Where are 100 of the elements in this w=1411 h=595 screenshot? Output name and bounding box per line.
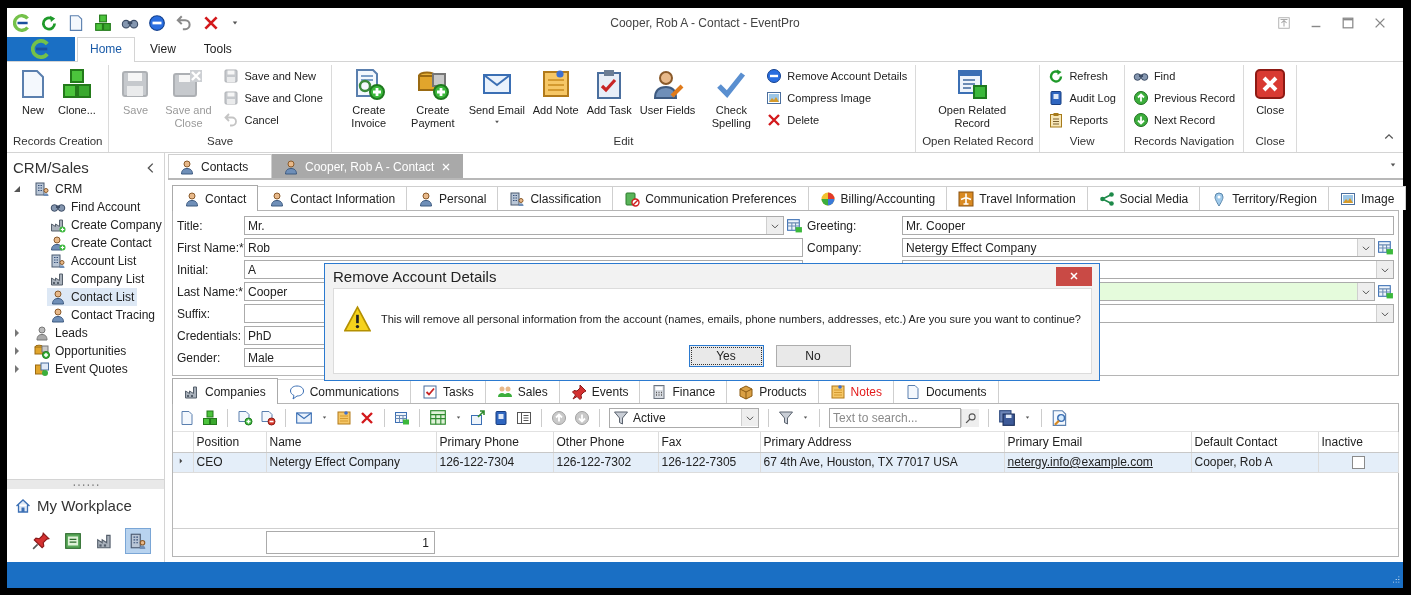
collapsed-arrow-icon[interactable]	[13, 329, 21, 337]
ribbon-button[interactable]: Create Payment	[401, 65, 464, 133]
search-icon[interactable]	[964, 411, 977, 424]
tree-item[interactable]: Contact Tracing	[47, 306, 159, 324]
ribbon-tab[interactable]: Tools	[190, 37, 245, 61]
ribbon-button[interactable]: Compress Image	[764, 89, 910, 107]
ribbon-button[interactable]: Audit Log	[1046, 89, 1118, 107]
close-button[interactable]	[1056, 266, 1092, 286]
form-tab[interactable]: Communication Preferences	[612, 186, 809, 210]
ribbon-tab[interactable]: Home	[77, 37, 135, 62]
grid-window-icon[interactable]	[1377, 283, 1394, 300]
column-header[interactable]: Default Contact	[1191, 432, 1318, 452]
document-icon[interactable]	[67, 14, 85, 32]
form-tab[interactable]: Image	[1327, 186, 1407, 210]
grid-window-icon[interactable]	[394, 409, 410, 426]
document-icon[interactable]	[179, 409, 195, 426]
doc-plus-icon[interactable]	[237, 409, 253, 426]
ribbon-button[interactable]: Add Task	[583, 65, 635, 120]
input-field[interactable]: Rob	[244, 238, 803, 257]
combo-box[interactable]: Netergy Effect Company	[902, 238, 1375, 257]
input-field[interactable]: Mr. Cooper	[902, 216, 1394, 235]
ribbon-button[interactable]: Previous Record	[1130, 89, 1238, 107]
book-icon[interactable]	[493, 409, 509, 426]
collapsed-arrow-icon[interactable]	[13, 347, 21, 355]
column-header[interactable]: Primary Email	[1004, 432, 1191, 452]
ribbon-button[interactable]: Close	[1250, 65, 1291, 120]
tree-item[interactable]: Find Account	[47, 198, 144, 216]
search-field[interactable]: Text to search...	[829, 407, 961, 428]
refresh-icon[interactable]	[40, 14, 58, 32]
floppy-stack-icon[interactable]	[998, 408, 1016, 427]
pin-to-top-icon[interactable]	[1277, 16, 1291, 30]
form-tab[interactable]: Travel Information	[946, 186, 1088, 210]
form-tab[interactable]: Personal	[406, 186, 499, 210]
tree-item[interactable]: CRM	[31, 180, 86, 198]
column-header[interactable]: Inactive	[1318, 432, 1398, 452]
note-icon[interactable]	[336, 409, 352, 426]
close-icon[interactable]	[1373, 16, 1387, 30]
column-header[interactable]: Fax	[658, 432, 760, 452]
collapsed-arrow-icon[interactable]	[13, 365, 21, 373]
ribbon-button[interactable]: Reports	[1046, 111, 1118, 129]
dropdown-arrow-icon[interactable]	[1023, 413, 1032, 422]
delete-icon[interactable]	[359, 409, 375, 426]
doc-minus-icon[interactable]	[260, 409, 276, 426]
dropdown-arrow-icon[interactable]	[320, 413, 329, 422]
tree-item[interactable]: Create Company	[47, 216, 165, 234]
form-tab[interactable]: Contact	[172, 185, 259, 211]
ribbon-button[interactable]: Create Invoice	[337, 65, 400, 133]
form-tab[interactable]: Contact Information	[257, 186, 408, 210]
dialog-button[interactable]: Yes	[688, 345, 764, 367]
cubes-icon[interactable]	[202, 409, 218, 426]
detail-tab[interactable]: Companies	[172, 378, 278, 404]
app-menu-button[interactable]	[7, 37, 75, 61]
ribbon-button[interactable]: Next Record	[1130, 111, 1238, 129]
dialog-button[interactable]: No	[775, 345, 851, 367]
undo-arrow-icon[interactable]	[175, 14, 193, 32]
checkbox[interactable]	[1351, 456, 1365, 470]
ribbon-button[interactable]: Find	[1130, 67, 1238, 85]
ribbon-button[interactable]: Check Spelling	[700, 65, 763, 133]
funnel-icon[interactable]	[778, 409, 794, 426]
delete-icon[interactable]	[202, 14, 220, 32]
expanded-arrow-icon[interactable]	[13, 185, 21, 193]
tree-item[interactable]: Leads	[31, 324, 91, 342]
window-arrow-icon[interactable]	[470, 409, 486, 426]
app-logo-icon[interactable]	[13, 14, 31, 32]
tree-item[interactable]: Contact List	[47, 288, 138, 306]
ribbon-button[interactable]: New	[13, 65, 53, 120]
dropdown-arrow-icon[interactable]	[801, 413, 810, 422]
combo-box[interactable]: Mr.	[244, 216, 784, 235]
tree-item[interactable]: Opportunities	[31, 342, 130, 360]
filter-combo-box[interactable]: Active	[609, 407, 759, 428]
ribbon-button[interactable]: Open Related Record	[922, 65, 1023, 133]
maximize-icon[interactable]	[1341, 16, 1355, 30]
doc-magnifier-icon[interactable]	[1051, 408, 1069, 427]
tree-item[interactable]: Create Contact	[47, 234, 155, 252]
ribbon-button[interactable]: Clone...	[55, 65, 99, 120]
column-header[interactable]: Other Phone	[553, 432, 658, 452]
column-header[interactable]: Position	[193, 432, 266, 452]
house-icon[interactable]	[15, 497, 31, 514]
ribbon-tab[interactable]: View	[137, 37, 189, 61]
tree-item[interactable]: Company List	[47, 270, 148, 288]
grid-window-icon[interactable]	[1377, 239, 1394, 256]
minus-circle-icon[interactable]	[148, 14, 166, 32]
ribbon-button[interactable]: Add Note	[529, 65, 582, 120]
minus-circle-icon	[766, 68, 783, 84]
grid-window-icon[interactable]	[786, 217, 803, 234]
column-header[interactable]: Name	[266, 432, 436, 452]
cubes-icon[interactable]	[94, 14, 112, 32]
ribbon-button[interactable]: User Fields	[636, 65, 699, 120]
column-header[interactable]: Primary Address	[760, 432, 1004, 452]
ribbon-button[interactable]: Refresh	[1046, 67, 1118, 85]
ribbon-button[interactable]: Send Email	[465, 65, 528, 134]
tree-item[interactable]: Account List	[47, 252, 140, 270]
document-tab[interactable]: Contacts	[168, 154, 272, 178]
ribbon-button[interactable]: Delete	[764, 111, 910, 129]
ribbon-button[interactable]: Remove Account Details	[764, 67, 910, 85]
dropdown-arrow-icon[interactable]	[454, 413, 463, 422]
table-icon[interactable]	[429, 408, 447, 427]
column-header[interactable]: Primary Phone	[436, 432, 553, 452]
list-window-icon[interactable]	[516, 409, 532, 426]
tree-item[interactable]: Event Quotes	[31, 360, 131, 378]
